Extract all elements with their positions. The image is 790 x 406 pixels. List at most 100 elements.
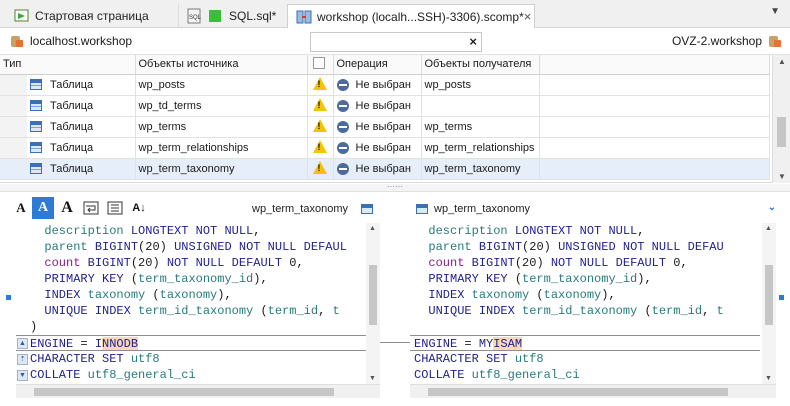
code-line: count BIGINT(20) NOT NULL DEFAULT 0, [428,256,688,270]
target-pane-vertical-scrollbar[interactable]: ▲ ▼ [762,223,776,384]
scroll-down-arrow-icon[interactable]: ▼ [369,375,376,382]
cell-type: Таблица [27,74,136,96]
tab-sql-file[interactable]: SQL SQL.sql* [178,4,284,28]
scroll-down-arrow-icon[interactable]: ▼ [778,172,786,181]
cell-type-label: Таблица [50,120,94,133]
compare-objects-grid: Тип Объекты источника Операция Объекты п… [0,55,790,183]
tab-schema-compare[interactable]: workshop (localh...SSH)-3306).scomp* × [287,4,535,28]
sql-file-icon: SQL [187,8,203,24]
no-operation-icon [336,162,349,175]
next-diff-icon[interactable]: ▼ [17,370,28,381]
cell-filler [539,95,770,117]
cell-source-object: wp_term_relationships [135,137,308,159]
warning-icon: ! [312,76,327,90]
document-tab-bar: Стартовая страница SQL SQL.sql* workshop… [0,0,790,28]
scroll-up-arrow-icon[interactable]: ▲ [369,225,376,232]
code-line: description LONGTEXT NOT NULL, [44,224,261,238]
table-row-selected[interactable]: Таблица wp_term_taxonomy ! Не выбран wp_… [0,158,770,180]
word-wrap-button[interactable] [80,197,102,219]
sort-ascending-button[interactable]: A↓ [128,197,150,219]
grid-scrollbar-thumb[interactable] [777,117,786,147]
target-script-pane[interactable]: description LONGTEXT NOT NULL, parent BI… [410,223,762,384]
no-operation-icon [336,99,349,112]
diff-overview-marker[interactable] [779,295,784,300]
target-pane-scrollbar-thumb[interactable] [765,265,773,325]
source-pane-vertical-scrollbar[interactable]: ▲ ▼ [366,223,380,384]
source-script-pane[interactable]: description LONGTEXT NOT NULL, parent BI… [16,223,380,384]
previous-diff-icon[interactable]: ▲ [17,338,28,349]
source-pane-horizontal-scrollbar[interactable] [16,384,380,398]
panel-splitter[interactable]: ⋯⋯ [0,183,790,192]
column-header-source-objects[interactable]: Объекты источника [135,55,308,75]
table-row[interactable]: Таблица wp_terms ! Не выбран wp_terms [0,116,770,138]
cell-operation[interactable]: Не выбран [333,116,422,138]
table-icon [30,163,42,174]
cell-warning: ! [307,74,334,96]
source-pane-hscroll-thumb[interactable] [34,388,334,396]
table-row[interactable]: Таблица wp_posts ! Не выбран wp_posts [0,74,770,96]
cell-operation-label: Не выбран [355,162,411,175]
diff-line-engine: ENGINE = INNODB [16,335,378,351]
row-gutter [0,137,27,159]
row-gutter [0,95,27,117]
code-line: count BIGINT(20) NOT NULL DEFAULT 0, [44,256,304,270]
cell-operation[interactable]: Не выбран [333,95,422,117]
grid-vertical-scrollbar[interactable]: ▲ ▼ [772,55,790,183]
diff-line-engine: ENGINE = MYISAM [410,335,760,351]
cell-target-object: wp_terms [421,116,540,138]
cell-warning: ! [307,116,334,138]
font-smaller-button[interactable]: A [10,197,32,219]
column-header-checkbox[interactable] [307,55,334,75]
code-line: UNIQUE INDEX term_id_taxonomy (term_id, … [428,304,724,318]
collapse-chevron-icon[interactable]: ⌄ [768,202,776,213]
tab-list-dropdown-icon[interactable]: ▼ [770,6,780,17]
expand-up-icon[interactable]: ⇡ [17,354,28,365]
column-header-target-objects[interactable]: Объекты получателя [421,55,540,75]
cell-filler [539,158,770,180]
cell-operation-label: Не выбран [355,120,411,133]
target-pane-horizontal-scrollbar[interactable] [410,384,776,398]
tab-start-page-label: Стартовая страница [35,9,149,23]
cell-source-object: wp_posts [135,74,308,96]
code-line: CHARACTER SET utf8 [414,352,544,366]
scroll-down-arrow-icon[interactable]: ▼ [765,375,772,382]
table-row[interactable]: Таблица wp_term_relationships ! Не выбра… [0,137,770,159]
cell-operation[interactable]: Не выбран [333,137,422,159]
source-pane-scrollbar-thumb[interactable] [369,265,377,325]
column-header-filler [539,55,770,75]
cell-filler [539,74,770,96]
select-all-checkbox[interactable] [312,56,325,69]
scroll-up-arrow-icon[interactable]: ▲ [765,225,772,232]
cell-operation[interactable]: Не выбран [333,74,422,96]
source-connection[interactable]: localhost.workshop [10,34,132,48]
text-compare-toolbar: A A A A↓ wp_term_taxonomy wp_term_taxono… [0,193,790,223]
column-header-operation[interactable]: Операция [333,55,422,75]
column-header-type[interactable]: Тип [0,55,136,75]
scroll-up-arrow-icon[interactable]: ▲ [778,57,786,66]
right-object-name: wp_term_taxonomy [434,203,530,215]
cell-target-object: wp_posts [421,74,540,96]
cell-warning: ! [307,137,334,159]
tab-schema-compare-label: workshop (localh...SSH)-3306).scomp* [317,9,524,24]
clear-filter-icon[interactable]: × [469,34,477,49]
font-normal-button[interactable]: A [32,197,54,219]
code-line: PRIMARY KEY (term_taxonomy_id), [428,272,652,286]
target-pane-hscroll-thumb[interactable] [428,388,728,396]
table-row[interactable]: Таблица wp_td_terms ! Не выбран [0,95,770,117]
target-connection[interactable]: OVZ-2.workshop [672,34,782,48]
object-filter-input[interactable] [311,33,461,51]
diff-overview-marker[interactable] [6,295,11,300]
no-operation-icon [336,120,349,133]
close-tab-icon[interactable]: × [524,9,532,24]
code-line: parent BIGINT(20) UNSIGNED NOT NULL DEFA… [44,240,347,254]
svg-text:SQL: SQL [189,15,202,21]
font-larger-button[interactable]: A [56,197,78,219]
code-line: ) [30,320,38,334]
tab-start-page[interactable]: Стартовая страница [6,4,178,28]
cell-operation[interactable]: Не выбран [333,158,422,180]
table-icon [30,100,42,111]
line-numbers-button[interactable] [104,197,126,219]
warning-icon: ! [312,118,327,132]
cell-type: Таблица [27,116,136,138]
